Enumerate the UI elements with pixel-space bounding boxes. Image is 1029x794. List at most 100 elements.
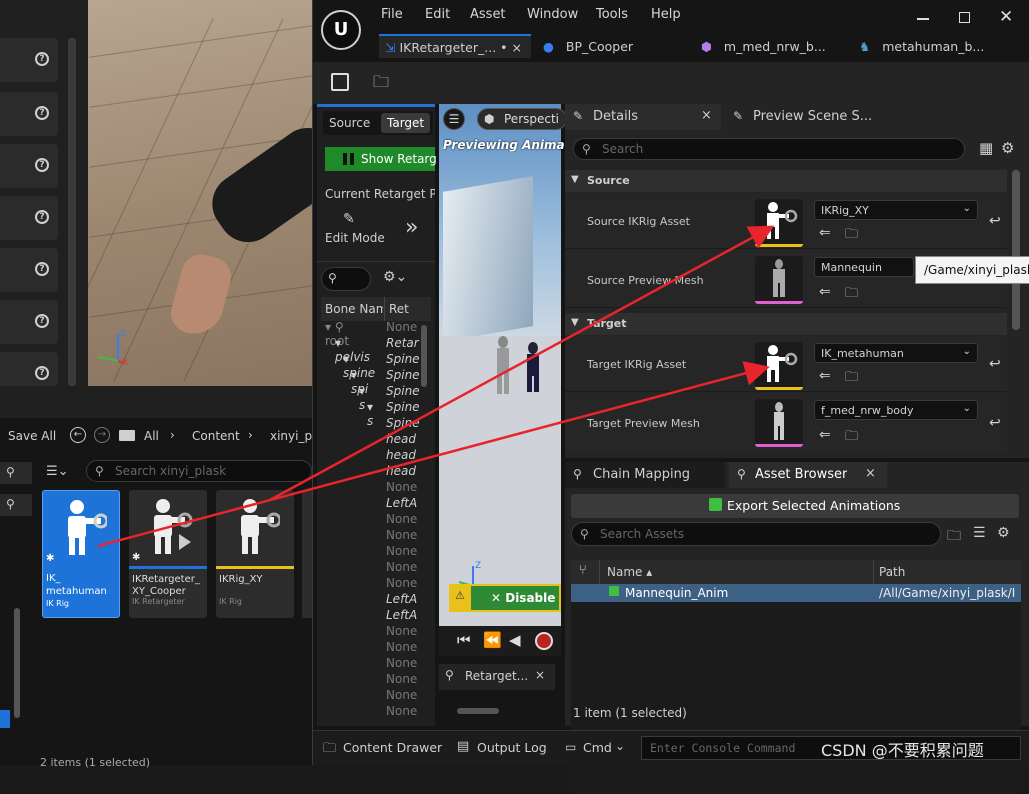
source-toggle[interactable]: Source: [329, 116, 370, 130]
help-row[interactable]: ?: [0, 144, 58, 188]
filter-icon[interactable]: ☰⌄: [46, 464, 76, 482]
section-target[interactable]: ▼ Target: [565, 313, 1007, 335]
bone-row[interactable]: ▾ s: [367, 400, 373, 428]
target-mesh-dropdown[interactable]: f_med_nrw_body ⌄: [814, 400, 978, 420]
gear-icon[interactable]: ⚙⌄: [383, 269, 407, 285]
tab-asset-browser[interactable]: ⚲ Asset Browser ×: [729, 462, 887, 488]
unreal-logo-icon[interactable]: U: [321, 10, 361, 50]
asset-row-mannequin-anim[interactable]: Mannequin_Anim /All/Game/xinyi_plask/I: [571, 584, 1021, 602]
ik-rig-thumbnail[interactable]: [755, 199, 803, 247]
tab-ikretargeter[interactable]: ⇲ IKRetargeter_... • ×: [379, 34, 531, 58]
bone-row[interactable]: ▾ s: [359, 384, 365, 412]
gear-icon[interactable]: ⚙: [997, 525, 1010, 541]
export-selected-animations-button[interactable]: Export Selected Animations: [571, 494, 1019, 518]
tab-details[interactable]: ✎ Details ×: [565, 104, 721, 130]
skeletal-mesh-thumbnail[interactable]: [755, 256, 803, 304]
asset-card-partial[interactable]: [302, 490, 312, 618]
scrollbar[interactable]: [457, 708, 499, 714]
menu-tools[interactable]: Tools: [596, 7, 628, 22]
scrollbar[interactable]: [421, 325, 427, 387]
source-mesh-dropdown[interactable]: Mannequin: [814, 257, 914, 277]
column-bone-name[interactable]: Bone Nam: [325, 302, 383, 316]
use-selected-icon[interactable]: ⇐: [819, 225, 831, 241]
reset-icon[interactable]: ↩: [989, 415, 1001, 431]
play-reverse-icon[interactable]: ◀: [509, 631, 521, 649]
close-window-icon[interactable]: ✕: [999, 7, 1013, 27]
asset-card-ikrig-xy[interactable]: IKRig_XY IK Rig: [216, 490, 294, 618]
scrollbar[interactable]: [14, 608, 20, 718]
menu-window[interactable]: Window: [527, 7, 578, 22]
filter-icon[interactable]: ☰: [973, 525, 986, 541]
table-view-icon[interactable]: ▦: [979, 139, 993, 157]
preview-viewport[interactable]: ☰ ⬢ Perspecti Previewing Animatio Z ⚠ ✕ …: [439, 104, 583, 626]
reset-icon[interactable]: ↩: [989, 356, 1001, 372]
menu-help[interactable]: Help: [651, 7, 681, 22]
menu-file[interactable]: File: [381, 7, 403, 22]
browse-icon[interactable]: 🗀: [845, 284, 858, 306]
folder-icon[interactable]: 🗀: [947, 525, 961, 549]
column-retarget[interactable]: Ret: [389, 302, 409, 316]
details-search-input[interactable]: ⚲ Search: [573, 138, 965, 160]
target-toggle[interactable]: Target: [381, 113, 431, 133]
level-viewport[interactable]: Z X: [88, 0, 312, 386]
help-row[interactable]: ?: [0, 38, 58, 82]
menu-edit[interactable]: Edit: [425, 7, 450, 22]
menu-icon[interactable]: ☰: [443, 108, 465, 130]
save-icon[interactable]: [331, 73, 349, 91]
asset-card-ik-metahuman[interactable]: ✱ IK_ metahuman IK Rig: [42, 490, 120, 618]
bone-search-input[interactable]: ⚲: [321, 267, 371, 291]
disable-button[interactable]: ⚠ ✕ Disable: [449, 584, 561, 612]
perspective-button[interactable]: ⬢ Perspecti: [477, 108, 567, 130]
help-row[interactable]: ?: [0, 248, 58, 292]
output-log-button[interactable]: ▤ Output Log: [453, 735, 549, 761]
browse-icon[interactable]: 🗀: [845, 225, 858, 247]
help-row[interactable]: ?: [0, 352, 58, 386]
close-icon[interactable]: ×: [865, 466, 876, 481]
show-retarget-pose-button[interactable]: Show Retarg: [325, 147, 437, 171]
close-icon[interactable]: ×: [701, 108, 712, 123]
search-icon[interactable]: ⚲: [0, 462, 32, 484]
tab-retarget[interactable]: ⚲ Retarget... ×: [439, 664, 555, 690]
maximize-icon[interactable]: [959, 12, 970, 23]
browse-icon[interactable]: 🗀: [373, 71, 389, 98]
breadcrumb-content[interactable]: Content: [192, 429, 240, 443]
search-icon[interactable]: ⚲: [0, 494, 32, 516]
tab-chain-mapping[interactable]: ⚲ Chain Mapping: [565, 462, 725, 488]
column-path[interactable]: Path: [879, 565, 905, 579]
cmd-dropdown[interactable]: ▭ Cmd ⌄: [561, 735, 633, 761]
help-row[interactable]: ?: [0, 196, 58, 240]
use-selected-icon[interactable]: ⇐: [819, 284, 831, 300]
chevron-right-icon[interactable]: »: [405, 215, 418, 240]
tab-metahuman[interactable]: ♞ metahuman_b...: [859, 34, 1019, 58]
column-name[interactable]: Name ▴: [607, 565, 652, 579]
browse-icon[interactable]: 🗀: [845, 427, 858, 449]
help-row[interactable]: ?: [0, 300, 58, 344]
gear-icon[interactable]: ⚙: [1001, 139, 1014, 157]
scrollbar[interactable]: [1012, 170, 1020, 330]
section-source[interactable]: ▼ Source: [565, 170, 1007, 192]
asset-search-input[interactable]: ⚲ Search Assets: [571, 522, 941, 546]
reset-icon[interactable]: ↩: [989, 213, 1001, 229]
source-ikrig-dropdown[interactable]: IKRig_XY ⌄: [814, 200, 978, 220]
save-all-button[interactable]: Save All: [8, 429, 56, 443]
minimize-icon[interactable]: [917, 18, 929, 20]
back-icon[interactable]: ←: [70, 427, 86, 443]
tab-material[interactable]: ⬢ m_med_nrw_b...: [701, 34, 851, 58]
target-ikrig-dropdown[interactable]: IK_metahuman ⌄: [814, 343, 978, 363]
ik-rig-thumbnail[interactable]: [755, 342, 803, 390]
skip-start-icon[interactable]: ⏮: [457, 631, 471, 649]
scrollbar[interactable]: [68, 38, 76, 386]
use-selected-icon[interactable]: ⇐: [819, 427, 831, 443]
help-row[interactable]: ?: [0, 92, 58, 136]
content-drawer-button[interactable]: 🗀 Content Drawer: [319, 735, 447, 761]
edit-mode-button[interactable]: Edit Mode: [325, 231, 385, 245]
tab-bp-cooper[interactable]: ● BP_Cooper: [543, 34, 693, 58]
breadcrumb-all[interactable]: All: [144, 429, 159, 443]
search-input[interactable]: ⚲ Search xinyi_plask: [86, 460, 312, 482]
tab-preview-scene[interactable]: ✎ Preview Scene S...: [731, 104, 881, 130]
menu-asset[interactable]: Asset: [470, 7, 506, 22]
skeletal-mesh-thumbnail[interactable]: [755, 399, 803, 447]
browse-icon[interactable]: 🗀: [845, 368, 858, 390]
asset-card-ikretargeter[interactable]: ✱ IKRetargeter_ XY_Cooper IK Retargeter: [129, 490, 207, 618]
breadcrumb-folder[interactable]: xinyi_p: [270, 429, 312, 443]
